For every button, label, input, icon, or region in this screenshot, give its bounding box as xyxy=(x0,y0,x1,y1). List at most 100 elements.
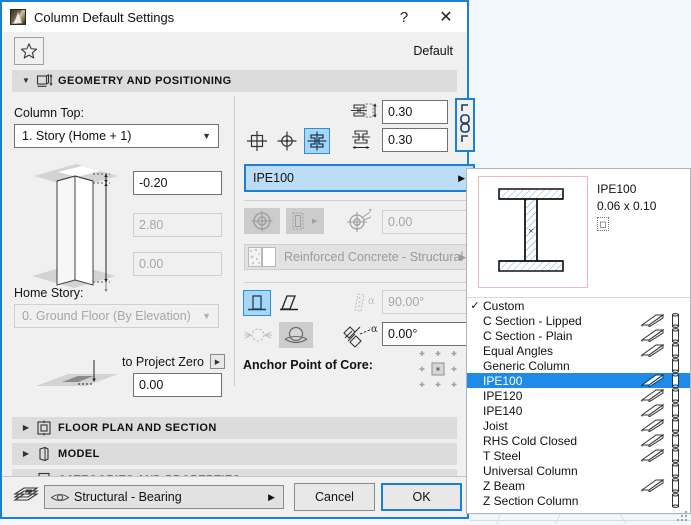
to-project-zero-label: to Project Zero xyxy=(122,354,204,369)
profile-list-item[interactable]: Generic Column xyxy=(467,358,690,373)
column-depth-input[interactable] xyxy=(382,100,448,124)
column-height-icon xyxy=(34,72,54,90)
ok-button[interactable]: OK xyxy=(381,483,462,511)
column-profile-icon xyxy=(670,493,681,511)
profile-list-item[interactable]: IPE140 xyxy=(467,403,690,418)
svg-text:×: × xyxy=(528,227,534,235)
building-material-selector: Reinforced Concrete - Structural ▶ xyxy=(244,244,475,270)
profile-list-item-label: C Section - Lipped xyxy=(483,313,582,328)
svg-text:α: α xyxy=(371,324,378,335)
chevron-down-icon: ▼ xyxy=(202,131,211,141)
profile-list-item-label: Custom xyxy=(483,298,525,313)
column-depth-icon xyxy=(350,100,378,125)
panel-divider-left xyxy=(234,96,235,386)
dialog-title: Column Default Settings xyxy=(34,9,175,25)
column-shape-buttons xyxy=(244,128,330,154)
profile-list-item[interactable]: Joist xyxy=(467,418,690,433)
profile-list-item-label: Joist xyxy=(483,418,508,433)
profile-list-item[interactable]: T Steel xyxy=(467,448,690,463)
circular-column-icon[interactable] xyxy=(274,128,300,154)
veneer-icon: ▶ xyxy=(286,208,324,234)
rotation-angle-input[interactable] xyxy=(382,322,475,346)
profile-list-item[interactable]: ✓ Custom xyxy=(467,298,690,313)
section-header-floor-plan[interactable]: ▶ FLOOR PLAN AND SECTION xyxy=(12,417,457,439)
section-label-floor-plan: FLOOR PLAN AND SECTION xyxy=(58,422,217,434)
layers-icon xyxy=(12,486,40,508)
section-header-geometry[interactable]: ▼ GEOMETRY AND POSITIONING xyxy=(12,70,457,92)
profile-preview-box: × xyxy=(478,176,588,288)
chevron-down-icon: ▼ xyxy=(22,76,30,85)
geometry-panel: Column Top: 1. Story (Home + 1) ▼ -0.20 … xyxy=(12,96,475,418)
project-zero-input[interactable] xyxy=(133,373,222,397)
profile-list-item[interactable]: Universal Column xyxy=(467,463,690,478)
profile-list-item[interactable]: Z Beam xyxy=(467,478,690,493)
svg-text:α: α xyxy=(368,296,375,307)
top-offset-input[interactable] xyxy=(133,171,222,195)
column-height-input xyxy=(133,213,222,237)
building-material-value: Reinforced Concrete - Structural xyxy=(284,250,464,264)
section-label-model: MODEL xyxy=(58,448,100,460)
section-label-geometry: GEOMETRY AND POSITIONING xyxy=(58,75,232,87)
profile-list-item[interactable]: C Section - Lipped xyxy=(467,313,690,328)
model-icon xyxy=(34,445,54,463)
profile-list-item-label: IPE100 xyxy=(483,373,523,388)
profile-selector[interactable]: IPE100 ▶ xyxy=(244,164,475,192)
profile-list-item[interactable]: Equal Angles xyxy=(467,343,690,358)
layer-selector[interactable]: Structural - Bearing ▶ xyxy=(44,485,284,509)
profile-list[interactable]: ✓ Custom C Section - Lipped C Section - Pla… xyxy=(467,298,690,513)
section-header-model[interactable]: ▶ MODEL xyxy=(12,443,457,465)
profile-list-item-label: IPE140 xyxy=(483,403,523,418)
profile-badge-icon: ◻ xyxy=(597,217,609,231)
rectangular-column-icon[interactable] xyxy=(244,128,270,154)
profile-list-item[interactable]: Z Section Column xyxy=(467,493,690,508)
project-zero-popup-button[interactable]: ▶ xyxy=(209,354,225,369)
favorite-name-label: Default xyxy=(413,44,453,58)
preview-profile-name: IPE100 xyxy=(597,182,637,196)
chevron-right-icon: ▶ xyxy=(22,423,30,432)
to-project-zero-row: to Project Zero ▶ xyxy=(122,354,225,369)
home-story-value: 0. Ground Floor (By Elevation) xyxy=(22,309,191,323)
resize-grip-icon[interactable] xyxy=(677,511,689,523)
favorites-star-button[interactable] xyxy=(14,37,44,65)
building-material-arrow: ▶ xyxy=(459,251,466,262)
straight-column-icon[interactable] xyxy=(243,290,271,316)
column-elevation-preview xyxy=(22,158,122,293)
building-material-icon xyxy=(248,247,278,267)
profile-list-item[interactable]: IPE100 xyxy=(467,373,690,388)
cross-section-on-icon[interactable] xyxy=(279,322,313,348)
cancel-button[interactable]: Cancel xyxy=(294,483,375,511)
i-beam-section-icon: × xyxy=(479,188,583,286)
column-width-input[interactable] xyxy=(382,128,448,152)
chevron-down-icon: ▼ xyxy=(202,311,211,321)
material-divider xyxy=(244,282,475,283)
complex-profile-column-icon[interactable] xyxy=(304,128,330,154)
column-width-icon xyxy=(350,128,378,155)
layer-value: Structural - Bearing xyxy=(74,490,182,504)
slant-angle-input xyxy=(382,290,475,314)
help-button[interactable]: ? xyxy=(383,2,425,32)
close-icon[interactable]: ✕ xyxy=(425,2,467,32)
eye-icon xyxy=(50,491,70,504)
slanted-column-icon[interactable] xyxy=(275,290,303,316)
cross-section-off-icon[interactable] xyxy=(241,322,275,348)
dialog-titlebar: Column Default Settings ? ✕ xyxy=(2,2,467,32)
archicad-logo-icon xyxy=(10,9,26,25)
profile-name: IPE100 xyxy=(253,171,295,185)
slant-angle-icon: α xyxy=(352,292,382,317)
link-proportions-icon xyxy=(458,103,472,148)
profile-list-item[interactable]: RHS Cold Closed xyxy=(467,433,690,448)
chevron-right-icon: ▶ xyxy=(22,449,30,458)
bottom-offset-input xyxy=(133,252,222,276)
column-top-label: Column Top: xyxy=(14,106,84,120)
profile-popup-panel: × IPE100 0.06 x 0.10 ◻ ✓ Custom C Section … xyxy=(466,168,691,514)
favorites-bar: Default xyxy=(2,32,467,70)
link-proportions-button[interactable] xyxy=(455,98,475,152)
profile-list-item[interactable]: IPE120 xyxy=(467,388,690,403)
profile-list-item-label: Generic Column xyxy=(483,358,570,373)
column-top-select[interactable]: 1. Story (Home + 1) ▼ xyxy=(14,124,219,148)
profile-list-item-label: Universal Column xyxy=(483,463,578,478)
dialog-footer: Structural - Bearing ▶ Cancel OK xyxy=(2,476,467,517)
column-default-settings-dialog: Column Default Settings ? ✕ Default ▼ GE… xyxy=(0,0,475,519)
anchor-point-grid-icon[interactable] xyxy=(417,348,459,390)
profile-list-item[interactable]: C Section - Plain xyxy=(467,328,690,343)
